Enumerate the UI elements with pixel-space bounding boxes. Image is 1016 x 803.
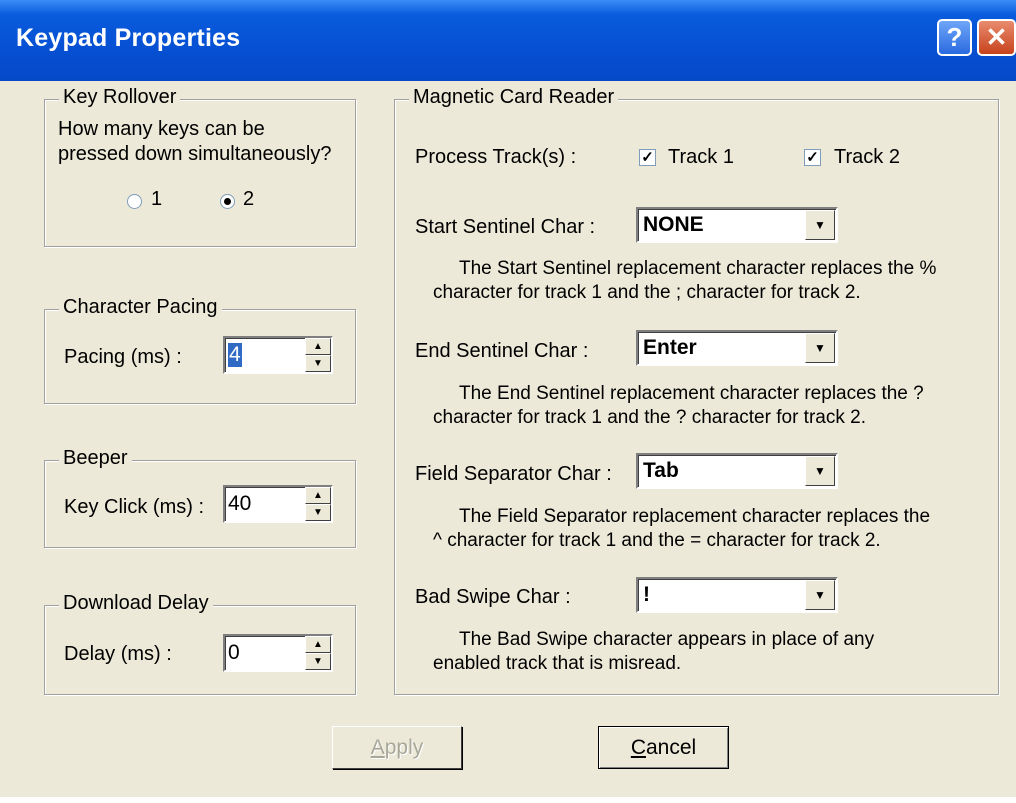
process-tracks-label: Process Track(s) : (415, 146, 577, 168)
help-button[interactable]: ? (937, 19, 972, 56)
end-sentinel-dropdown-button[interactable]: ▼ (805, 333, 835, 363)
chevron-down-icon: ▼ (814, 341, 826, 355)
key-click-value[interactable]: 40 (228, 492, 251, 516)
start-sentinel-help-line1: The Start Sentinel replacement character… (459, 258, 937, 279)
track2-label[interactable]: Track 2 (834, 146, 900, 169)
bad-swipe-select[interactable]: ! ▼ (636, 577, 838, 613)
check-icon: ✓ (806, 149, 819, 166)
rollover-radio-1[interactable] (127, 194, 142, 209)
key-click-spin-buttons: ▲ ▼ (305, 487, 331, 521)
delay-spin-down[interactable]: ▼ (305, 653, 331, 670)
rollover-radio-2[interactable] (220, 194, 235, 209)
bad-swipe-help-line1: The Bad Swipe character appears in place… (459, 629, 875, 650)
beeper-group: Beeper Key Click (ms) : 40 ▲ ▼ (44, 447, 356, 548)
beeper-legend: Beeper (59, 447, 132, 470)
delay-spinbox[interactable]: 0 ▲ ▼ (223, 634, 333, 672)
pacing-label: Pacing (ms) : (64, 346, 182, 368)
spin-down-icon: ▼ (313, 358, 323, 369)
delay-spin-up[interactable]: ▲ (305, 636, 331, 653)
field-separator-select[interactable]: Tab ▼ (636, 453, 838, 489)
pacing-spinbox[interactable]: 4 ▲ ▼ (223, 336, 333, 374)
key-click-spin-down[interactable]: ▼ (305, 504, 331, 521)
key-click-spin-up[interactable]: ▲ (305, 487, 331, 504)
close-button[interactable]: ✕ (977, 19, 1016, 56)
title-bar[interactable]: Keypad Properties ? ✕ (0, 0, 1016, 81)
download-delay-group: Download Delay Delay (ms) : 0 ▲ ▼ (44, 592, 356, 695)
rollover-radio-2-label[interactable]: 2 (243, 188, 254, 211)
track1-checkbox[interactable]: ✓ (639, 149, 656, 166)
end-sentinel-help-line1: The End Sentinel replacement character r… (459, 383, 924, 404)
bad-swipe-value: ! (643, 583, 650, 606)
apply-button[interactable]: Apply (332, 726, 462, 769)
character-pacing-legend: Character Pacing (59, 296, 222, 319)
chevron-down-icon: ▼ (814, 218, 826, 232)
apply-button-label: Apply (370, 735, 424, 759)
spin-down-icon: ▼ (313, 507, 323, 518)
end-sentinel-help-line2: character for track 1 and the ? characte… (433, 407, 866, 428)
field-separator-help-line1: The Field Separator replacement characte… (459, 506, 931, 527)
field-separator-value: Tab (643, 459, 679, 482)
field-separator-dropdown-button[interactable]: ▼ (805, 456, 835, 486)
key-rollover-legend: Key Rollover (59, 86, 181, 109)
field-separator-label: Field Separator Char : (415, 463, 612, 485)
delay-spin-buttons: ▲ ▼ (305, 636, 331, 670)
end-sentinel-select[interactable]: Enter ▼ (636, 330, 838, 366)
rollover-question-line2: pressed down simultaneously? (58, 143, 332, 165)
key-rollover-group: Key Rollover How many keys can be presse… (44, 86, 356, 247)
bad-swipe-dropdown-button[interactable]: ▼ (805, 580, 835, 610)
cancel-button[interactable]: Cancel (598, 726, 729, 769)
pacing-value[interactable]: 4 (228, 343, 242, 367)
close-icon: ✕ (985, 22, 1008, 52)
field-separator-help-line2: ^ character for track 1 and the = charac… (433, 530, 881, 551)
pacing-spin-buttons: ▲ ▼ (305, 338, 331, 372)
download-delay-legend: Download Delay (59, 592, 213, 615)
pacing-spin-up[interactable]: ▲ (305, 338, 331, 355)
chevron-down-icon: ▼ (814, 464, 826, 478)
rollover-radio-1-label[interactable]: 1 (151, 188, 162, 211)
start-sentinel-select[interactable]: NONE ▼ (636, 207, 838, 243)
key-click-label: Key Click (ms) : (64, 496, 204, 518)
spin-up-icon: ▲ (313, 639, 323, 650)
rollover-question-line1: How many keys can be (58, 118, 265, 140)
track2-checkbox[interactable]: ✓ (804, 149, 821, 166)
start-sentinel-help-line2: character for track 1 and the ; characte… (433, 282, 861, 303)
delay-value[interactable]: 0 (228, 641, 240, 665)
delay-label: Delay (ms) : (64, 643, 172, 665)
pacing-spin-down[interactable]: ▼ (305, 355, 331, 372)
spin-up-icon: ▲ (313, 490, 323, 501)
track1-label[interactable]: Track 1 (668, 146, 734, 169)
bad-swipe-help-line2: enabled track that is misread. (433, 653, 682, 674)
keypad-properties-dialog: Keypad Properties ? ✕ Key Rollover How m… (0, 0, 1016, 803)
end-sentinel-value: Enter (643, 336, 697, 359)
window-title: Keypad Properties (16, 24, 241, 52)
magnetic-card-reader-legend: Magnetic Card Reader (409, 86, 619, 109)
cancel-button-label: Cancel (630, 735, 697, 759)
key-click-spinbox[interactable]: 40 ▲ ▼ (223, 485, 333, 523)
window-bottom-edge (0, 797, 1016, 803)
start-sentinel-label: Start Sentinel Char : (415, 216, 596, 238)
bad-swipe-label: Bad Swipe Char : (415, 586, 571, 608)
chevron-down-icon: ▼ (814, 588, 826, 602)
start-sentinel-dropdown-button[interactable]: ▼ (805, 210, 835, 240)
character-pacing-group: Character Pacing Pacing (ms) : 4 ▲ ▼ (44, 296, 356, 404)
spin-up-icon: ▲ (313, 341, 323, 352)
end-sentinel-label: End Sentinel Char : (415, 340, 589, 362)
check-icon: ✓ (641, 149, 654, 166)
magnetic-card-reader-group: Magnetic Card Reader Process Track(s) : … (394, 86, 999, 695)
start-sentinel-value: NONE (643, 213, 704, 236)
spin-down-icon: ▼ (313, 656, 323, 667)
